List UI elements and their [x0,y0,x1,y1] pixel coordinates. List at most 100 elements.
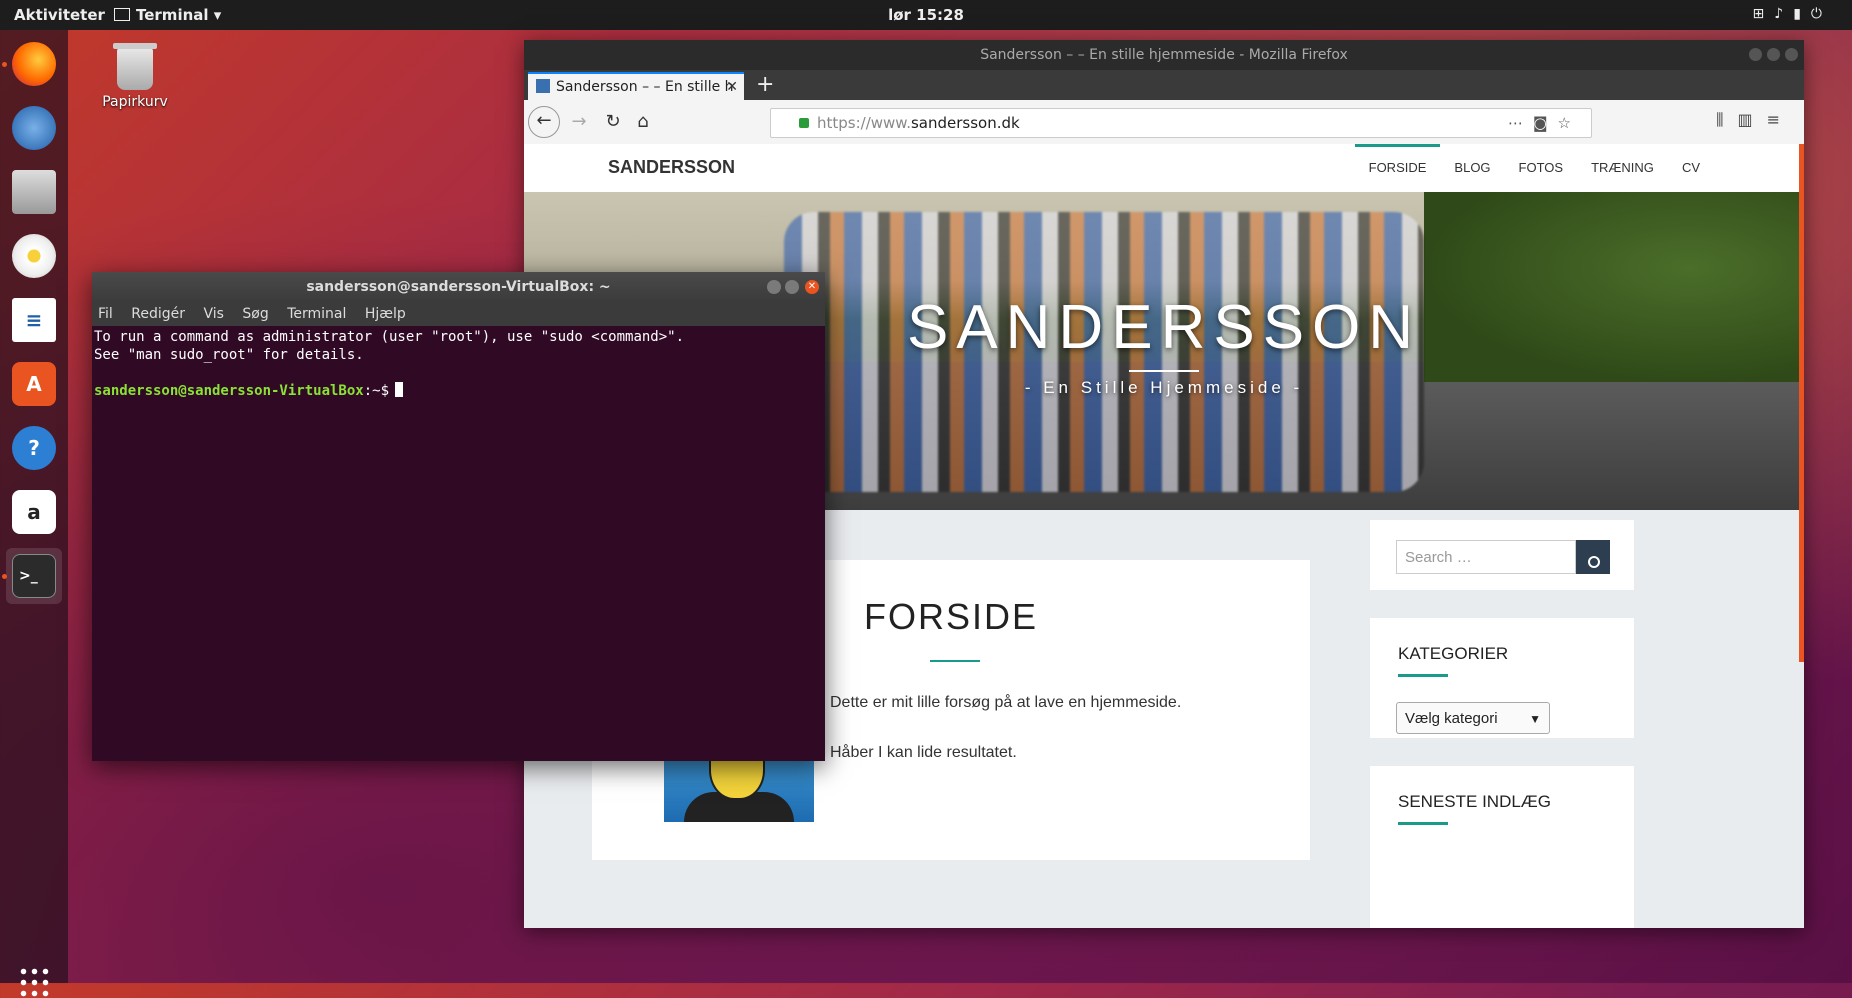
app-menu-label: Terminal ▾ [136,6,222,24]
menu-terminal[interactable]: Terminal [287,306,346,322]
dock-software[interactable]: A [6,356,62,412]
dock-firefox[interactable] [6,36,62,92]
close-icon[interactable] [1785,48,1798,61]
dock-writer[interactable]: ≡ [6,292,62,348]
clock[interactable]: lør 15:28 [888,6,964,24]
back-icon[interactable]: ← [528,106,560,138]
dock-running-indicator [2,574,7,579]
url-actions[interactable]: ⋯◙☆ [1508,109,1581,137]
nav-traening[interactable]: TRÆNING [1577,144,1668,192]
library-icon[interactable]: ⫼ [1716,110,1737,129]
desktop-trash[interactable]: Papirkurv [100,43,170,110]
dock-help[interactable]: ? [6,420,62,476]
recent-posts-title: SENESTE INDLÆG [1398,792,1552,811]
firefox-window-title: Sandersson – – En stille hjemmeside - Mo… [980,47,1348,63]
maximize-icon[interactable] [1767,48,1780,61]
files-icon [12,170,56,214]
battery-icon: ▮ [1793,6,1811,22]
power-icon: ⏻ [1810,6,1832,22]
category-select-value: Vælg kategori [1405,710,1498,727]
paragraph-intro: Dette er mit lille forsøg på at lave en … [830,694,1182,711]
forward-icon[interactable]: → [564,108,594,136]
dock-thunderbird[interactable] [6,100,62,156]
pocket-icon[interactable]: ◙ [1533,114,1558,132]
menu-soeg[interactable]: Søg [242,306,268,322]
terminal-output[interactable]: To run a command as administrator (user … [92,326,825,402]
show-applications-icon[interactable] [18,966,50,998]
dock-rhythmbox[interactable] [6,228,62,284]
tab-title: Sandersson – – En stille h [556,79,734,95]
help-icon: ? [12,426,56,470]
system-tray[interactable]: ⊞♪▮⏻ [1753,6,1832,22]
dock: ≡ A ? a >_ [0,30,68,998]
prompt-path: :~$ [363,383,390,399]
volume-icon: ♪ [1774,6,1794,22]
url-bar[interactable]: https://www.sandersson.dk ⋯◙☆ [770,108,1592,138]
app-menu[interactable]: Terminal ▾ [114,6,221,24]
text-cursor [395,382,404,397]
top-bar: Aktiviteter Terminal ▾ lør 15:28 ⊞♪▮⏻ [0,0,1852,30]
site-nav: FORSIDE BLOG FOTOS TRÆNING CV [1354,144,1714,192]
new-tab-icon[interactable]: + [756,72,774,97]
terminal-window-title: sandersson@sandersson-VirtualBox: ~ [306,279,611,295]
site-header: SANDERSSON FORSIDE BLOG FOTOS TRÆNING CV [524,144,1804,192]
dock-files[interactable] [6,164,62,220]
terminal-icon [114,8,130,21]
page-actions-icon[interactable]: ⋯ [1508,114,1533,132]
minimize-icon[interactable] [767,280,781,294]
page-scrollbar[interactable] [1799,144,1804,662]
recent-posts-widget: SENESTE INDLÆG [1370,766,1634,928]
firefox-titlebar[interactable]: Sandersson – – En stille hjemmeside - Mo… [524,40,1804,70]
menu-hjaelp[interactable]: Hjælp [365,306,406,322]
categories-title: KATEGORIER [1398,644,1509,663]
hamburger-menu-icon[interactable]: ≡ [1767,110,1794,129]
search-input[interactable]: Search … [1396,540,1576,574]
bookmark-star-icon[interactable]: ☆ [1558,114,1581,132]
clock-container: lør 15:28 [0,6,1852,24]
category-select[interactable]: Vælg kategori ▼ [1396,702,1550,734]
site-logo[interactable]: SANDERSSON [608,157,735,178]
nav-cv[interactable]: CV [1668,144,1714,192]
nav-toolbar: ← → ↻ ⌂ https://www.sandersson.dk ⋯◙☆ ⫼▥… [524,100,1804,145]
search-widget: Search … [1370,520,1634,590]
rhythmbox-icon [12,234,56,278]
dock-amazon[interactable]: a [6,484,62,540]
categories-underline [1398,674,1448,677]
nav-fotos[interactable]: FOTOS [1505,144,1578,192]
search-icon [1588,556,1600,568]
nav-forside[interactable]: FORSIDE [1354,144,1441,192]
reload-icon[interactable]: ↻ [598,108,628,136]
menu-rediger[interactable]: Redigér [131,306,185,322]
dock-terminal[interactable]: >_ [6,548,62,604]
home-icon[interactable]: ⌂ [628,108,658,136]
categories-widget: KATEGORIER Vælg kategori ▼ [1370,618,1634,738]
close-tab-icon[interactable]: ✕ [726,74,738,100]
chevron-down-icon: ▼ [1529,712,1541,726]
close-icon[interactable]: ✕ [805,280,819,294]
search-button[interactable] [1576,540,1610,574]
writer-icon: ≡ [12,298,56,342]
minimize-icon[interactable] [1749,48,1762,61]
software-icon: A [12,362,56,406]
menu-vis[interactable]: Vis [203,306,223,322]
terminal-prompt-line: sandersson@sandersson-VirtualBox:~$ [94,382,823,400]
terminal-titlebar[interactable]: sandersson@sandersson-VirtualBox: ~ ✕ [92,272,825,302]
url-protocol: https://www. [817,114,911,132]
dock-running-indicator [2,62,7,67]
terminal-line-1: To run a command as administrator (user … [94,329,685,345]
nav-blog[interactable]: BLOG [1440,144,1504,192]
sidebar-icon[interactable]: ▥ [1737,110,1766,129]
activities-button[interactable]: Aktiviteter [14,6,105,24]
network-icon: ⊞ [1752,6,1775,22]
menu-fil[interactable]: Fil [98,306,113,322]
tab-strip: Sandersson – – En stille h ✕ + [524,70,1804,102]
recent-posts-underline [1398,822,1448,825]
trash-label: Papirkurv [102,94,168,110]
terminal-line-2: See "man sudo_root" for details. [94,347,364,363]
lock-icon [799,118,809,128]
tab-sandersson[interactable]: Sandersson – – En stille h ✕ [528,72,744,102]
maximize-icon[interactable] [785,280,799,294]
trash-icon [113,43,157,90]
terminal-icon: >_ [12,554,56,598]
